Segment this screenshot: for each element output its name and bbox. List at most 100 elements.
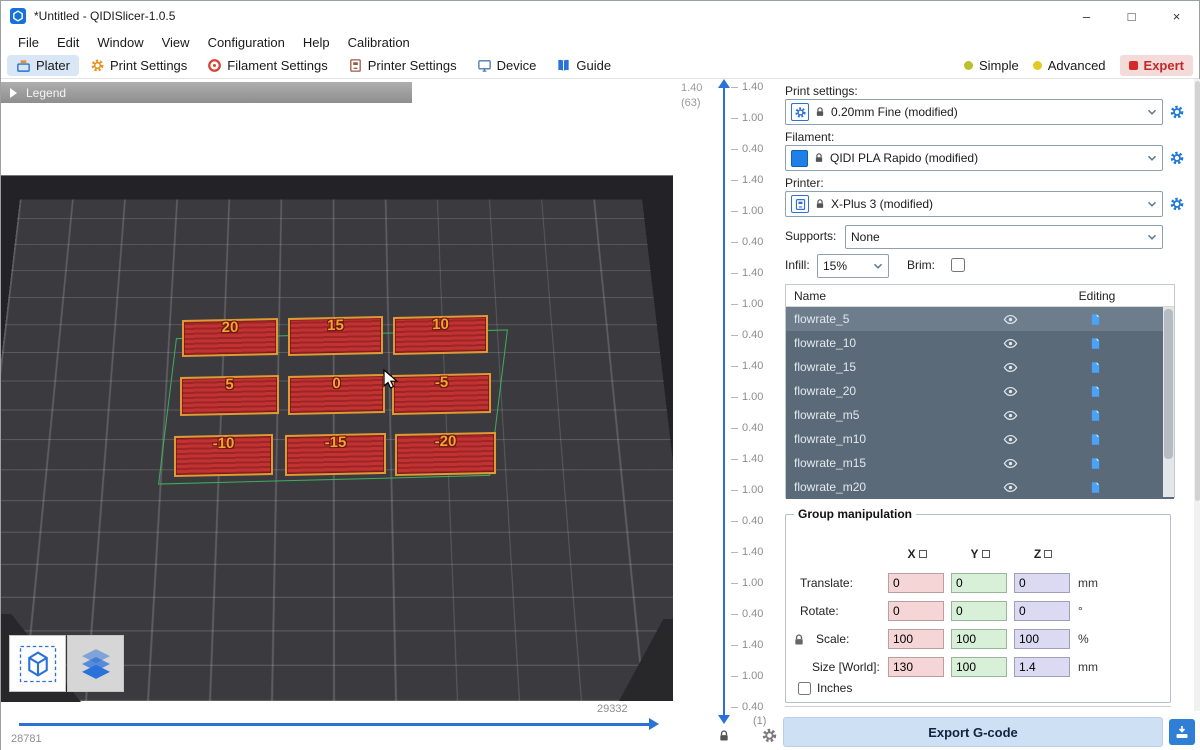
tab-plater[interactable]: Plater <box>7 55 79 76</box>
flowrate-patch[interactable]: 10 <box>393 315 488 355</box>
tick-mark <box>731 242 738 243</box>
eye-icon[interactable] <box>992 384 1028 399</box>
eye-icon[interactable] <box>992 432 1028 447</box>
edit-printer-gear-icon[interactable] <box>1169 196 1185 212</box>
tab-printer-settings[interactable]: Printer Settings <box>339 55 466 76</box>
object-list-scrollbar[interactable] <box>1163 307 1174 497</box>
menu-item[interactable]: Help <box>294 33 339 52</box>
menu-item[interactable]: Configuration <box>199 33 294 52</box>
edit-icon[interactable] <box>1028 313 1163 326</box>
ruler-label: 1.00 <box>731 484 779 496</box>
layer-slider-bottom-handle[interactable] <box>718 715 730 724</box>
size-x-input[interactable] <box>888 657 944 677</box>
close-button[interactable]: × <box>1154 1 1199 31</box>
eye-icon[interactable] <box>992 312 1028 327</box>
translate-x-input[interactable] <box>888 573 944 593</box>
brim-checkbox[interactable] <box>951 258 965 272</box>
scale-z-input[interactable] <box>1014 629 1070 649</box>
edit-icon[interactable] <box>1028 409 1163 422</box>
flowrate-patch[interactable]: 20 <box>182 318 278 357</box>
gear-icon[interactable] <box>761 727 778 744</box>
slider-arrow-right-icon[interactable] <box>649 718 659 730</box>
tab-filament-settings[interactable]: Filament Settings <box>198 55 336 76</box>
object-list-item[interactable]: flowrate_5 <box>786 307 1163 331</box>
translate-z-input[interactable] <box>1014 573 1070 593</box>
menu-item[interactable]: View <box>153 33 199 52</box>
supports-combo[interactable]: None <box>845 225 1163 249</box>
edit-print-settings-gear-icon[interactable] <box>1169 104 1185 120</box>
scale-x-input[interactable] <box>888 629 944 649</box>
edit-filament-gear-icon[interactable] <box>1169 150 1185 166</box>
edit-icon[interactable] <box>1028 457 1163 470</box>
view-preview-button[interactable] <box>67 635 124 692</box>
mode-simple[interactable]: Simple <box>964 58 1019 73</box>
legend-bar[interactable]: Legend <box>1 82 412 103</box>
ruler-label: 0.40 <box>731 701 779 713</box>
export-gcode-button[interactable]: Export G-code <box>783 717 1163 747</box>
flowrate-patch[interactable]: -20 <box>395 432 496 476</box>
flowrate-patch[interactable]: 5 <box>180 375 279 416</box>
flowrate-patch[interactable]: 15 <box>288 316 383 356</box>
filament-value: QIDI PLA Rapido (modified) <box>830 151 978 165</box>
eye-icon[interactable] <box>992 480 1028 495</box>
tab-guide[interactable]: Guide <box>547 55 620 76</box>
filament-combo[interactable]: QIDI PLA Rapido (modified) <box>785 145 1163 171</box>
size-z-input[interactable] <box>1014 657 1070 677</box>
lock-icon[interactable] <box>717 729 731 743</box>
flowrate-patch[interactable]: -5 <box>392 373 491 415</box>
eye-icon[interactable] <box>992 408 1028 423</box>
sidebar-scrollbar[interactable] <box>1194 79 1200 711</box>
eye-icon[interactable] <box>992 360 1028 375</box>
object-list-item[interactable]: flowrate_m5 <box>786 403 1163 427</box>
mode-advanced[interactable]: Advanced <box>1033 58 1106 73</box>
rotate-z-input[interactable] <box>1014 601 1070 621</box>
inches-checkbox[interactable] <box>798 682 811 695</box>
minimize-button[interactable]: – <box>1064 1 1109 31</box>
tab-device[interactable]: Device <box>468 55 546 76</box>
infill-combo[interactable]: 15% <box>817 254 889 278</box>
filament-label: Filament: <box>785 130 834 144</box>
object-list-item[interactable]: flowrate_m10 <box>786 427 1163 451</box>
printer-combo[interactable]: X-Plus 3 (modified) <box>785 191 1163 217</box>
mode-label: Advanced <box>1048 58 1106 73</box>
eye-icon[interactable] <box>992 336 1028 351</box>
translate-y-input[interactable] <box>951 573 1007 593</box>
edit-icon[interactable] <box>1028 385 1163 398</box>
edit-icon[interactable] <box>1028 361 1163 374</box>
edit-icon[interactable] <box>1028 433 1163 446</box>
edit-icon[interactable] <box>1028 337 1163 350</box>
object-list-item[interactable]: flowrate_20 <box>786 379 1163 403</box>
layer-slider[interactable] <box>723 87 725 715</box>
object-list-item[interactable]: flowrate_10 <box>786 331 1163 355</box>
scale-y-input[interactable] <box>951 629 1007 649</box>
tab-print-settings[interactable]: Print Settings <box>81 55 196 76</box>
object-list-item[interactable]: flowrate_15 <box>786 355 1163 379</box>
ruler-value: 1.40 <box>742 546 763 558</box>
menu-item[interactable]: Calibration <box>339 33 419 52</box>
object-list-item[interactable]: flowrate_m20 <box>786 475 1163 499</box>
maximize-button[interactable]: □ <box>1109 1 1154 31</box>
viewport-3d[interactable]: 20 15 10 5 0 -5 <box>1 79 673 750</box>
scrollbar-thumb[interactable] <box>1195 81 1200 501</box>
print-settings-combo[interactable]: 0.20mm Fine (modified) <box>785 99 1163 125</box>
horizontal-move-slider[interactable] <box>19 723 649 726</box>
flowrate-patch[interactable]: -15 <box>285 433 386 476</box>
object-list-item[interactable]: flowrate_m15 <box>786 451 1163 475</box>
eye-icon[interactable] <box>992 456 1028 471</box>
axis-y-header: Y <box>951 547 1009 561</box>
scrollbar-thumb[interactable] <box>1164 309 1173 459</box>
export-icon-button[interactable] <box>1169 719 1195 745</box>
flowrate-patch[interactable]: 0 <box>288 374 385 415</box>
rotate-x-input[interactable] <box>888 601 944 621</box>
menu-item[interactable]: Edit <box>48 33 88 52</box>
view-3d-button[interactable] <box>9 635 66 692</box>
size-y-input[interactable] <box>951 657 1007 677</box>
menu-item[interactable]: Window <box>88 33 152 52</box>
rotate-y-input[interactable] <box>951 601 1007 621</box>
edit-icon[interactable] <box>1028 481 1163 494</box>
menu-item[interactable]: File <box>9 33 48 52</box>
scale-lock-icon[interactable] <box>792 633 806 647</box>
mode-expert[interactable]: Expert <box>1120 55 1193 76</box>
flowrate-patch[interactable]: -10 <box>174 434 273 477</box>
object-name: flowrate_15 <box>794 360 992 374</box>
